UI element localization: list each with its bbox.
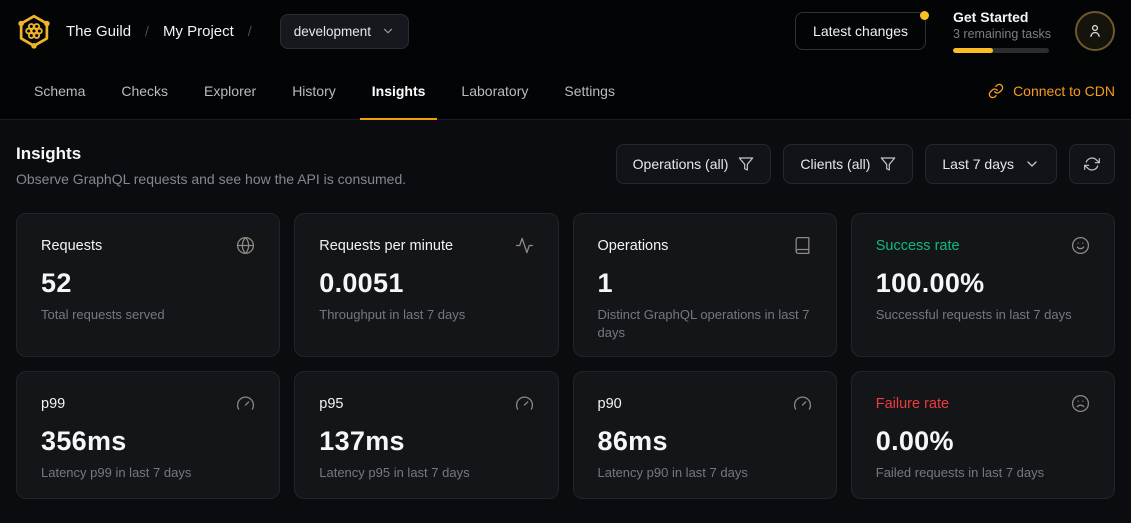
- breadcrumb-separator: /: [145, 23, 149, 39]
- tab-history[interactable]: History: [274, 62, 354, 119]
- main-nav: Schema Checks Explorer History Insights …: [0, 62, 1131, 120]
- card-value: 52: [41, 268, 255, 299]
- filter-icon: [880, 156, 896, 172]
- card-description: Distinct GraphQL operations in last 7 da…: [598, 306, 812, 341]
- card-value: 0.0051: [319, 268, 533, 299]
- person-icon: [1086, 22, 1104, 40]
- chevron-down-icon: [381, 24, 395, 38]
- p95-latency-card: p95 137ms Latency p95 in last 7 days: [294, 371, 558, 499]
- frown-icon: [1071, 394, 1090, 413]
- connect-to-cdn-link[interactable]: Connect to CDN: [988, 62, 1115, 119]
- breadcrumb-project[interactable]: My Project: [163, 23, 234, 40]
- insights-page: Insights Observe GraphQL requests and se…: [0, 120, 1131, 499]
- page-subtitle: Observe GraphQL requests and see how the…: [16, 171, 406, 187]
- breadcrumb-org[interactable]: The Guild: [66, 23, 131, 40]
- get-started-subtitle: 3 remaining tasks: [953, 27, 1049, 41]
- link-icon: [988, 83, 1004, 99]
- gauge-icon: [236, 394, 255, 413]
- operations-filter-button[interactable]: Operations (all): [616, 144, 772, 184]
- tab-schema[interactable]: Schema: [16, 62, 103, 119]
- requests-per-minute-card: Requests per minute 0.0051 Throughput in…: [294, 213, 558, 357]
- get-started-title: Get Started: [953, 9, 1049, 25]
- hive-logo-icon[interactable]: [16, 13, 52, 49]
- card-title: Operations: [598, 238, 669, 254]
- activity-icon: [515, 236, 534, 255]
- p99-latency-card: p99 356ms Latency p99 in last 7 days: [16, 371, 280, 499]
- top-header: The Guild / My Project / development Lat…: [0, 0, 1131, 62]
- get-started-progressbar: [953, 48, 1049, 53]
- card-description: Latency p95 in last 7 days: [319, 464, 533, 482]
- failure-rate-card: Failure rate 0.00% Failed requests in la…: [851, 371, 1115, 499]
- gauge-icon: [515, 394, 534, 413]
- tab-settings[interactable]: Settings: [546, 62, 633, 119]
- card-value: 1: [598, 268, 812, 299]
- notification-dot: [920, 11, 929, 20]
- card-value: 100.00%: [876, 268, 1090, 299]
- user-avatar[interactable]: [1075, 11, 1115, 51]
- operations-filter-label: Operations (all): [633, 156, 729, 172]
- clients-filter-button[interactable]: Clients (all): [783, 144, 913, 184]
- gauge-icon: [793, 394, 812, 413]
- breadcrumb-separator: /: [248, 23, 252, 39]
- environment-select[interactable]: development: [280, 14, 409, 49]
- card-title: p99: [41, 396, 65, 412]
- requests-card: Requests 52 Total requests served: [16, 213, 280, 357]
- card-title: p95: [319, 396, 343, 412]
- p90-latency-card: p90 86ms Latency p90 in last 7 days: [573, 371, 837, 499]
- environment-select-value: development: [294, 24, 371, 39]
- stats-grid: Requests 52 Total requests served Reques…: [16, 213, 1115, 499]
- tab-explorer[interactable]: Explorer: [186, 62, 274, 119]
- card-title: Requests: [41, 238, 102, 254]
- card-title: Failure rate: [876, 396, 949, 412]
- success-rate-card: Success rate 100.00% Successful requests…: [851, 213, 1115, 357]
- card-description: Latency p99 in last 7 days: [41, 464, 255, 482]
- date-range-value: Last 7 days: [942, 156, 1014, 172]
- operations-card: Operations 1 Distinct GraphQL operations…: [573, 213, 837, 357]
- get-started-progress-fill: [953, 48, 993, 53]
- card-value: 86ms: [598, 426, 812, 457]
- smile-icon: [1071, 236, 1090, 255]
- card-description: Throughput in last 7 days: [319, 306, 533, 324]
- tab-checks[interactable]: Checks: [103, 62, 186, 119]
- clients-filter-label: Clients (all): [800, 156, 870, 172]
- card-description: Total requests served: [41, 306, 255, 324]
- date-range-select[interactable]: Last 7 days: [925, 144, 1057, 184]
- card-title: Requests per minute: [319, 238, 453, 254]
- card-title: Success rate: [876, 238, 960, 254]
- card-description: Failed requests in last 7 days: [876, 464, 1090, 482]
- latest-changes-button[interactable]: Latest changes: [795, 12, 926, 50]
- chevron-down-icon: [1024, 156, 1040, 172]
- book-icon: [793, 236, 812, 255]
- filter-icon: [738, 156, 754, 172]
- card-value: 0.00%: [876, 426, 1090, 457]
- card-value: 137ms: [319, 426, 533, 457]
- card-description: Successful requests in last 7 days: [876, 306, 1090, 324]
- refresh-button[interactable]: [1069, 144, 1115, 184]
- card-value: 356ms: [41, 426, 255, 457]
- card-description: Latency p90 in last 7 days: [598, 464, 812, 482]
- refresh-icon: [1084, 156, 1100, 172]
- tab-insights[interactable]: Insights: [354, 62, 444, 119]
- get-started-widget[interactable]: Get Started 3 remaining tasks: [953, 9, 1049, 53]
- tab-laboratory[interactable]: Laboratory: [443, 62, 546, 119]
- page-title: Insights: [16, 144, 406, 164]
- globe-icon: [236, 236, 255, 255]
- connect-to-cdn-label: Connect to CDN: [1013, 83, 1115, 99]
- card-title: p90: [598, 396, 622, 412]
